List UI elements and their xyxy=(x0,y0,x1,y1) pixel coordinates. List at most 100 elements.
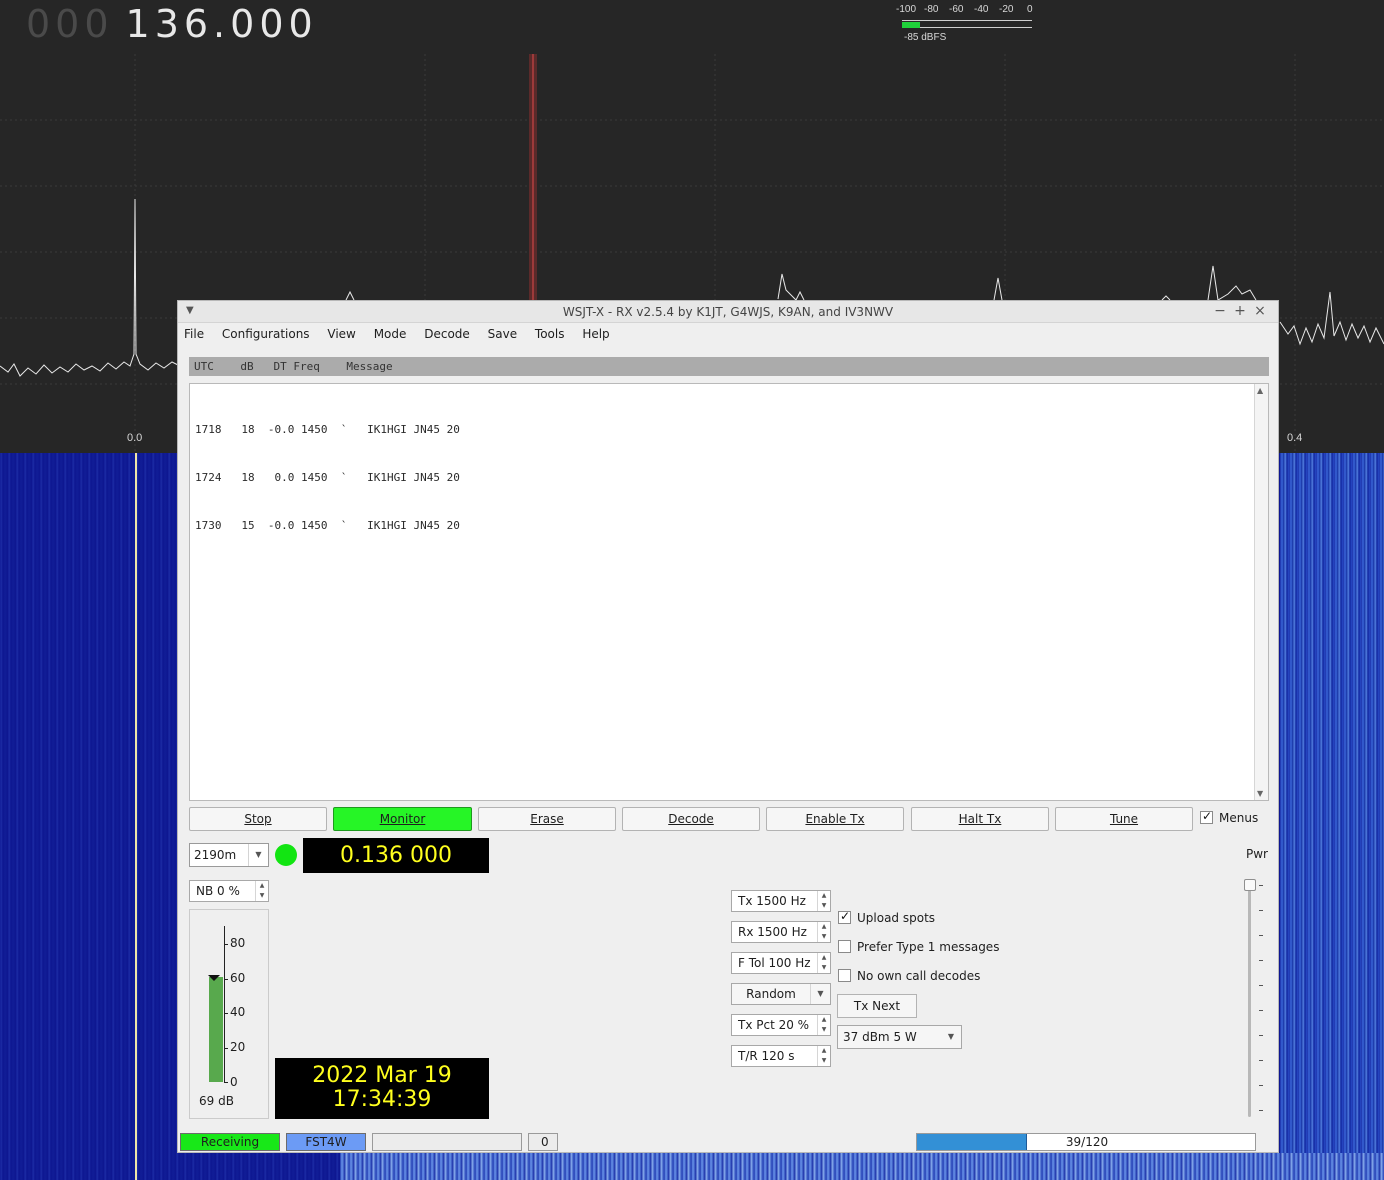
chevron-down-icon[interactable]: ▼ xyxy=(248,844,268,866)
slider-tick xyxy=(1259,985,1263,986)
tx-pct-spinbox[interactable]: Tx Pct 20 % ▲ ▼ xyxy=(731,1014,831,1036)
decode-row[interactable]: 1730 15 -0.0 1450 ` IK1HGI JN45 20 xyxy=(195,518,460,534)
decode-row[interactable]: 1724 18 0.0 1450 ` IK1HGI JN45 20 xyxy=(195,470,460,486)
spin-arrows-icon[interactable]: ▲ ▼ xyxy=(255,881,268,901)
checkbox-checked-icon[interactable] xyxy=(1200,809,1213,824)
menu-view[interactable]: View xyxy=(327,325,355,343)
s-meter-scale xyxy=(902,17,1032,21)
rx-frequency-spinbox[interactable]: Rx 1500 Hz ▲ ▼ xyxy=(731,921,831,943)
spin-arrows-icon[interactable]: ▲ ▼ xyxy=(817,1015,830,1035)
sdr-header: 000 136.000 -100 -80 -60 -40 -20 0 -85 dB… xyxy=(0,0,1384,54)
power-slider-track[interactable] xyxy=(1248,885,1251,1117)
s-meter-tick: -60 xyxy=(949,4,964,15)
status-message-field xyxy=(372,1133,522,1151)
menu-mode[interactable]: Mode xyxy=(374,325,407,343)
power-slider[interactable] xyxy=(1244,879,1274,1119)
spin-arrows-icon[interactable]: ▲ ▼ xyxy=(817,1046,830,1066)
random-combo[interactable]: Random ▼ xyxy=(731,983,831,1005)
enable-tx-button[interactable]: Enable Tx xyxy=(766,807,904,831)
monitor-button[interactable]: Monitor xyxy=(333,807,472,831)
no-own-call-label: No own call decodes xyxy=(857,969,981,983)
tx-frequency-spinbox[interactable]: Tx 1500 Hz ▲ ▼ xyxy=(731,890,831,912)
menus-checkbox[interactable]: Menus xyxy=(1200,809,1258,825)
spin-arrows-icon[interactable]: ▲ ▼ xyxy=(817,953,830,973)
dial-frequency-display: 0.136 000 xyxy=(303,838,489,873)
spectrum-axis-label: 0.0 xyxy=(127,432,143,444)
tr-progress-bar: 39/120 xyxy=(916,1133,1256,1151)
scroll-down-icon[interactable]: ▼ xyxy=(1257,789,1263,798)
signal-meter-tick xyxy=(224,944,228,945)
tx-power-combo[interactable]: 37 dBm 5 W ▼ xyxy=(837,1025,962,1049)
sdr-frequency-dim-digits: 000 xyxy=(26,2,114,46)
menu-bar: File Configurations View Mode Decode Sav… xyxy=(184,325,624,345)
stop-button[interactable]: Stop xyxy=(189,807,327,831)
slider-tick xyxy=(1259,910,1263,911)
scroll-up-icon[interactable]: ▲ xyxy=(1257,386,1263,395)
nb-value: NB 0 % xyxy=(196,884,240,898)
prefer-type1-checkbox[interactable]: Prefer Type 1 messages xyxy=(838,940,999,954)
sdr-frequency-display[interactable]: 000 136.000 xyxy=(26,2,318,46)
window-title: WSJT-X - RX v2.5.4 by K1JT, G4WJS, K9AN,… xyxy=(562,305,894,319)
nb-spinbox[interactable]: NB 0 % ▲ ▼ xyxy=(189,880,269,902)
s-meter-tick: -80 xyxy=(924,4,939,15)
ftol-spinbox[interactable]: F Tol 100 Hz ▲ ▼ xyxy=(731,952,831,974)
signal-meter-peak-icon xyxy=(208,975,220,981)
waterfall-marker xyxy=(135,453,137,1180)
screen: 000 136.000 -100 -80 -60 -40 -20 0 -85 dB… xyxy=(0,0,1384,1180)
halt-tx-button[interactable]: Halt Tx xyxy=(911,807,1049,831)
slider-tick xyxy=(1259,885,1263,886)
chevron-down-icon[interactable]: ▼ xyxy=(810,984,830,1004)
no-own-call-checkbox[interactable]: No own call decodes xyxy=(838,969,980,983)
title-bar[interactable]: ▼ WSJT-X - RX v2.5.4 by K1JT, G4WJS, K9A… xyxy=(178,301,1278,323)
s-meter-tick: -40 xyxy=(974,4,989,15)
tr-period-spinbox[interactable]: T/R 120 s ▲ ▼ xyxy=(731,1045,831,1067)
slider-tick xyxy=(1259,935,1263,936)
menu-save[interactable]: Save xyxy=(488,325,517,343)
menu-help[interactable]: Help xyxy=(582,325,609,343)
erase-button[interactable]: Erase xyxy=(478,807,616,831)
clock-time: 17:34:39 xyxy=(332,1087,432,1112)
signal-meter-tick-label: 60 xyxy=(230,971,246,985)
s-meter: -100 -80 -60 -40 -20 0 -85 dBFS xyxy=(896,4,1036,46)
signal-meter: 80 60 40 20 0 69 dB xyxy=(189,909,269,1119)
minimize-icon[interactable]: − xyxy=(1210,303,1230,319)
spin-arrows-icon[interactable]: ▲ ▼ xyxy=(817,891,830,911)
band-combo[interactable]: 2190m ▼ xyxy=(189,843,269,867)
tune-button[interactable]: Tune xyxy=(1055,807,1193,831)
decode-button[interactable]: Decode xyxy=(622,807,760,831)
power-slider-handle[interactable] xyxy=(1244,879,1256,891)
s-meter-bar xyxy=(902,22,1032,28)
menu-tools[interactable]: Tools xyxy=(535,325,565,343)
upload-spots-label: Upload spots xyxy=(857,911,936,925)
tx-frequency-value: Tx 1500 Hz xyxy=(738,894,806,908)
upload-spots-checkbox[interactable]: Upload spots xyxy=(838,909,936,925)
decodes-scrollbar[interactable]: ▲ ▼ xyxy=(1254,384,1268,800)
tr-period-value: T/R 120 s xyxy=(738,1049,795,1063)
tx-next-button[interactable]: Tx Next xyxy=(837,994,917,1018)
window-controls: − + × xyxy=(1210,303,1270,319)
checkbox-icon[interactable] xyxy=(838,940,851,953)
menu-configurations[interactable]: Configurations xyxy=(222,325,310,343)
close-icon[interactable]: × xyxy=(1250,303,1270,319)
random-combo-value: Random xyxy=(746,987,796,1001)
chevron-down-icon[interactable]: ▼ xyxy=(941,1026,961,1048)
signal-meter-axis xyxy=(224,926,225,1083)
clock-date: 2022 Mar 19 xyxy=(312,1063,452,1088)
slider-tick xyxy=(1259,1060,1263,1061)
status-count: 0 xyxy=(528,1133,558,1151)
checkbox-checked-icon[interactable] xyxy=(838,909,851,924)
rig-status-indicator xyxy=(275,844,297,866)
decode-row[interactable]: 1718 18 -0.0 1450 ` IK1HGI JN45 20 xyxy=(195,422,460,438)
prefer-type1-label: Prefer Type 1 messages xyxy=(857,940,1000,954)
decodes-list[interactable]: 1718 18 -0.0 1450 ` IK1HGI JN45 20 1724 … xyxy=(189,383,1269,801)
waterfall-signal-region xyxy=(340,1153,1384,1180)
slider-tick xyxy=(1259,1110,1263,1111)
wsjtx-window: ▼ WSJT-X - RX v2.5.4 by K1JT, G4WJS, K9A… xyxy=(177,300,1279,1153)
checkbox-icon[interactable] xyxy=(838,969,851,982)
spin-arrows-icon[interactable]: ▲ ▼ xyxy=(817,922,830,942)
menu-file[interactable]: File xyxy=(184,325,204,343)
maximize-icon[interactable]: + xyxy=(1230,303,1250,319)
pwr-label: Pwr xyxy=(1246,847,1268,861)
mode-badge: FST4W xyxy=(286,1133,366,1151)
menu-decode[interactable]: Decode xyxy=(424,325,470,343)
